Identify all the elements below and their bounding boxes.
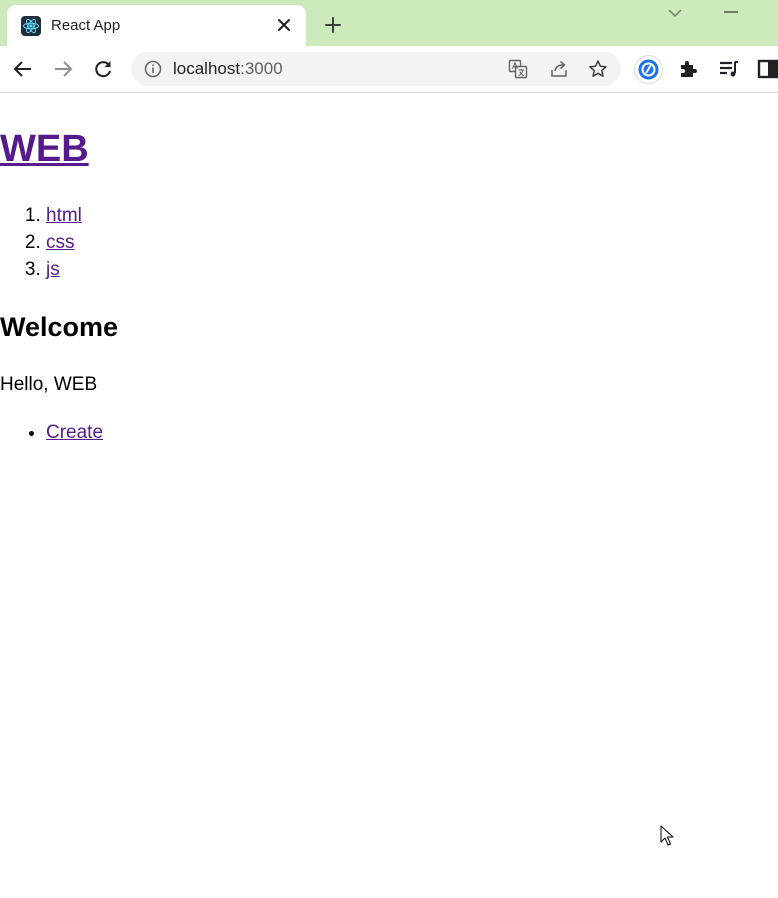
site-title-link[interactable]: WEB bbox=[0, 128, 89, 170]
plus-icon[interactable] bbox=[322, 14, 344, 36]
reading-list-icon[interactable] bbox=[717, 57, 741, 81]
translate-icon[interactable] bbox=[508, 59, 528, 79]
share-icon[interactable] bbox=[549, 59, 569, 79]
arrow-left-icon[interactable] bbox=[11, 57, 35, 81]
toolbar: localhost:3000 bbox=[0, 46, 778, 93]
browser-window: React App localhost:3000 WEB 1. html 2. … bbox=[0, 0, 778, 898]
url-host: localhost bbox=[173, 59, 241, 78]
side-panel-icon[interactable] bbox=[756, 57, 778, 81]
address-url[interactable]: localhost:3000 bbox=[173, 59, 283, 79]
reload-icon[interactable] bbox=[91, 57, 115, 81]
arrow-right-icon[interactable] bbox=[51, 57, 75, 81]
address-bar[interactable]: localhost:3000 bbox=[131, 52, 621, 86]
topic-item-css: css bbox=[46, 229, 82, 256]
react-logo-icon bbox=[21, 16, 41, 36]
tab-react-app[interactable]: React App bbox=[7, 5, 306, 46]
puzzle-icon[interactable] bbox=[677, 57, 701, 81]
tab-strip: React App bbox=[0, 0, 778, 46]
site-title: WEB bbox=[0, 126, 89, 172]
page-content: WEB html css js Welcome Hello, WEB Creat… bbox=[0, 93, 778, 898]
control-item-create: Create bbox=[46, 419, 103, 446]
star-icon[interactable] bbox=[588, 59, 608, 79]
topic-link-html[interactable]: html bbox=[46, 205, 82, 226]
tab-title: React App bbox=[51, 17, 121, 34]
article-title: Welcome bbox=[0, 312, 119, 342]
topic-nav: html css js bbox=[0, 202, 82, 283]
close-icon[interactable] bbox=[273, 14, 295, 36]
topic-link-css[interactable]: css bbox=[46, 232, 75, 253]
url-port: :3000 bbox=[240, 59, 283, 78]
control-list: Create bbox=[0, 419, 103, 446]
chevron-down-icon[interactable] bbox=[666, 6, 684, 20]
create-link[interactable]: Create bbox=[46, 422, 103, 443]
topic-link-js[interactable]: js bbox=[46, 259, 60, 280]
topic-item-js: js bbox=[46, 256, 82, 283]
topic-item-html: html bbox=[46, 202, 82, 229]
extension-app-icon[interactable] bbox=[635, 56, 662, 83]
article-body: Hello, WEB bbox=[0, 374, 98, 395]
info-icon[interactable] bbox=[144, 60, 162, 78]
mouse-pointer-icon bbox=[660, 825, 674, 847]
minimize-icon[interactable] bbox=[724, 11, 738, 13]
